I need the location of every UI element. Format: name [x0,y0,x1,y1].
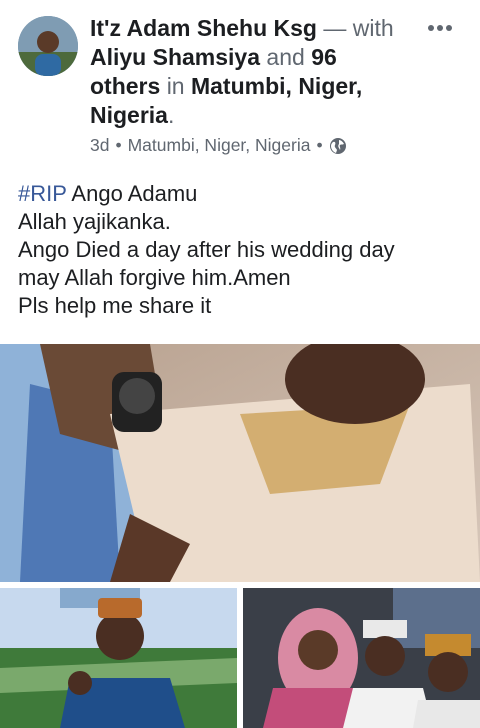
photo-left[interactable] [0,588,237,728]
meta-separator: • [115,135,122,155]
post-body: #RIP Ango Adamu Allah yajikanka. Ango Di… [18,180,470,320]
and-word: and [266,44,305,70]
with-word: — with [323,15,394,41]
more-horizontal-icon [428,25,452,31]
author-name[interactable]: It'z Adam Shehu Ksg [90,15,317,41]
post-line-2: Allah yajikanka. [18,209,171,234]
in-word: in [166,73,185,99]
hashtag-link[interactable]: #RIP [18,181,67,206]
photo-main[interactable] [0,344,480,582]
tagged-person[interactable]: Aliyu Shamsiya [90,44,260,70]
post-line-4: may Allah forgive him.Amen [18,265,291,290]
post-line-5: Pls help me share it [18,293,212,318]
more-options-button[interactable] [424,16,456,40]
photo-right[interactable] [243,588,480,728]
post-header: It'z Adam Shehu Ksg — with Aliyu Shamsiy… [0,0,480,170]
post-headline: It'z Adam Shehu Ksg — with Aliyu Shamsiy… [90,14,408,130]
post-line-1: #RIP Ango Adamu [18,180,470,208]
meta-separator: • [316,135,323,155]
post-location[interactable]: Matumbi, Niger, Nigeria [128,135,311,156]
author-avatar[interactable] [18,16,78,76]
headline-period: . [167,102,175,128]
post-text-line: Ango Adamu [71,181,198,206]
globe-icon[interactable] [329,137,347,155]
post-line-3: Ango Died a day after his wedding day [18,237,395,262]
post-meta: 3d • Matumbi, Niger, Nigeria • [90,135,347,156]
post-time[interactable]: 3d [90,135,109,156]
